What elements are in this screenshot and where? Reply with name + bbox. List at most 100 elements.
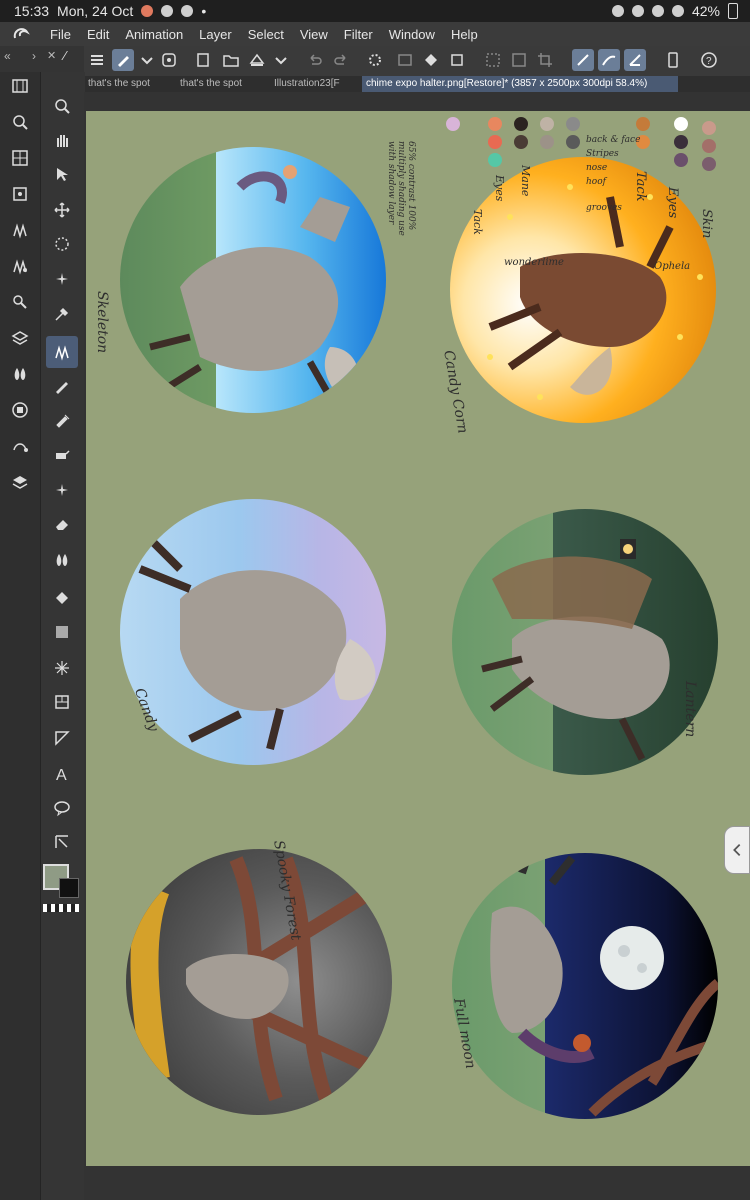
selection-icon[interactable] bbox=[50, 232, 74, 256]
color-mix-icon[interactable] bbox=[8, 362, 32, 386]
loading-spinner-icon[interactable] bbox=[364, 49, 386, 71]
snap-grid-icon[interactable] bbox=[624, 49, 646, 71]
tool-palette: A bbox=[40, 72, 85, 1200]
menu-bar: File Edit Animation Layer Select View Fi… bbox=[0, 22, 750, 46]
hamburger-menu-icon[interactable] bbox=[86, 49, 108, 71]
menu-view[interactable]: View bbox=[292, 27, 336, 42]
device-icon[interactable] bbox=[662, 49, 684, 71]
auto-select-icon[interactable] bbox=[50, 268, 74, 292]
new-file-icon[interactable] bbox=[192, 49, 214, 71]
hand-icon[interactable] bbox=[50, 128, 74, 152]
ink-pen-icon[interactable] bbox=[50, 408, 74, 432]
layer-icon[interactable] bbox=[8, 470, 32, 494]
palette-swatch bbox=[540, 117, 554, 131]
palette-label-grooves: grooves bbox=[586, 203, 622, 213]
operation-icon[interactable] bbox=[50, 162, 74, 186]
layer-property-icon[interactable] bbox=[8, 182, 32, 206]
snap-special-ruler-icon[interactable] bbox=[598, 49, 620, 71]
gradient-icon[interactable] bbox=[50, 620, 74, 644]
fill-bucket-icon[interactable] bbox=[50, 586, 74, 610]
ruler-icon[interactable] bbox=[50, 726, 74, 750]
menu-window[interactable]: Window bbox=[381, 27, 443, 42]
invert-selection-icon[interactable] bbox=[508, 49, 530, 71]
eraser-icon[interactable] bbox=[50, 512, 74, 536]
menu-edit[interactable]: Edit bbox=[79, 27, 117, 42]
tab-doc-1[interactable]: that's the spot bbox=[84, 76, 174, 92]
move-layer-icon[interactable] bbox=[50, 198, 74, 222]
eyedropper-icon[interactable] bbox=[50, 302, 74, 326]
clear-icon[interactable] bbox=[394, 49, 416, 71]
sub-tool-icon[interactable] bbox=[8, 218, 32, 242]
artwork-label-candycorn: Candy Corn bbox=[440, 349, 471, 435]
palette-label-nose: nose bbox=[586, 163, 608, 173]
palette-label-mane: Mane bbox=[519, 165, 532, 197]
collapse-left-icon[interactable]: « bbox=[4, 49, 11, 63]
palette-label-eyes-right: Eyes bbox=[665, 187, 680, 219]
crop-icon[interactable] bbox=[534, 49, 556, 71]
wifi-icon bbox=[651, 5, 664, 17]
animation-timeline-icon[interactable] bbox=[8, 74, 32, 98]
brush-tool-icon[interactable] bbox=[46, 336, 78, 368]
undo-icon[interactable] bbox=[304, 49, 326, 71]
close-panel-icon[interactable]: ✕ bbox=[47, 49, 56, 62]
palette-swatch bbox=[674, 117, 688, 131]
canvas[interactable]: Skeleton Candy Corn 65% contrast 100% mu… bbox=[86, 111, 750, 1166]
open-folder-icon[interactable] bbox=[220, 49, 242, 71]
brush-size-icon[interactable]: ∕ bbox=[64, 48, 66, 63]
transparent-color-swatch[interactable] bbox=[43, 904, 79, 912]
decoration-icon[interactable] bbox=[50, 478, 74, 502]
redo-icon[interactable] bbox=[330, 49, 352, 71]
palette-label-tack: Tack bbox=[471, 209, 484, 235]
collapse-right-icon[interactable]: › bbox=[32, 49, 36, 63]
transform-icon[interactable] bbox=[446, 49, 468, 71]
artwork-spooky-forest bbox=[126, 849, 392, 1115]
help-icon[interactable]: ? bbox=[698, 49, 720, 71]
tab-doc-2[interactable]: that's the spot bbox=[176, 76, 266, 92]
fill-icon[interactable] bbox=[420, 49, 442, 71]
svg-text:A: A bbox=[56, 767, 67, 783]
palette-swatch bbox=[636, 117, 650, 131]
blend-icon[interactable] bbox=[50, 548, 74, 572]
palette-note: 65% contrast 100% multiply shading use w… bbox=[386, 141, 416, 236]
snap-ruler-icon[interactable] bbox=[572, 49, 594, 71]
navigator-icon[interactable] bbox=[8, 110, 32, 134]
figure-icon[interactable] bbox=[50, 656, 74, 680]
tab-doc-active[interactable]: chime expo halter.png[Restore]* (3857 x … bbox=[362, 76, 678, 92]
command-bar: ? bbox=[84, 46, 750, 77]
palette-swatch bbox=[488, 135, 502, 149]
color-history-icon[interactable] bbox=[8, 434, 32, 458]
deselect-icon[interactable] bbox=[482, 49, 504, 71]
save-chevron-icon[interactable] bbox=[270, 49, 292, 71]
palette-swatch bbox=[566, 117, 580, 131]
side-panel-handle[interactable] bbox=[724, 826, 750, 874]
battery-icon bbox=[728, 3, 738, 19]
pencil-icon[interactable] bbox=[50, 374, 74, 398]
material-icon[interactable] bbox=[8, 146, 32, 170]
balloon-icon[interactable] bbox=[50, 796, 74, 820]
clip-studio-logo-icon[interactable] bbox=[10, 23, 32, 45]
save-icon[interactable] bbox=[246, 49, 268, 71]
palette-swatch bbox=[446, 117, 460, 131]
menu-file[interactable]: File bbox=[42, 27, 79, 42]
correct-line-icon[interactable] bbox=[50, 830, 74, 854]
menu-animation[interactable]: Animation bbox=[117, 27, 191, 42]
chevron-down-icon[interactable] bbox=[136, 49, 158, 71]
pen-icon[interactable] bbox=[112, 49, 134, 71]
companion-mode-icon[interactable] bbox=[158, 49, 180, 71]
brush-size-panel-icon[interactable] bbox=[8, 254, 32, 278]
panel-collapse-area: « › ✕ ∕ bbox=[0, 46, 84, 72]
text-icon[interactable]: A bbox=[50, 762, 74, 786]
layers-stack-icon[interactable] bbox=[8, 326, 32, 350]
menu-select[interactable]: Select bbox=[240, 27, 292, 42]
menu-layer[interactable]: Layer bbox=[191, 27, 240, 42]
menu-help[interactable]: Help bbox=[443, 27, 486, 42]
tab-doc-3[interactable]: Illustration23[F bbox=[270, 76, 360, 92]
airbrush-icon[interactable] bbox=[50, 442, 74, 466]
sub-color-swatch[interactable] bbox=[59, 878, 79, 898]
color-wheel-icon[interactable] bbox=[8, 398, 32, 422]
frame-border-icon[interactable] bbox=[50, 690, 74, 714]
globe-icon bbox=[161, 5, 174, 17]
tool-property-icon[interactable] bbox=[8, 290, 32, 314]
menu-filter[interactable]: Filter bbox=[336, 27, 381, 42]
zoom-icon[interactable] bbox=[50, 94, 74, 118]
